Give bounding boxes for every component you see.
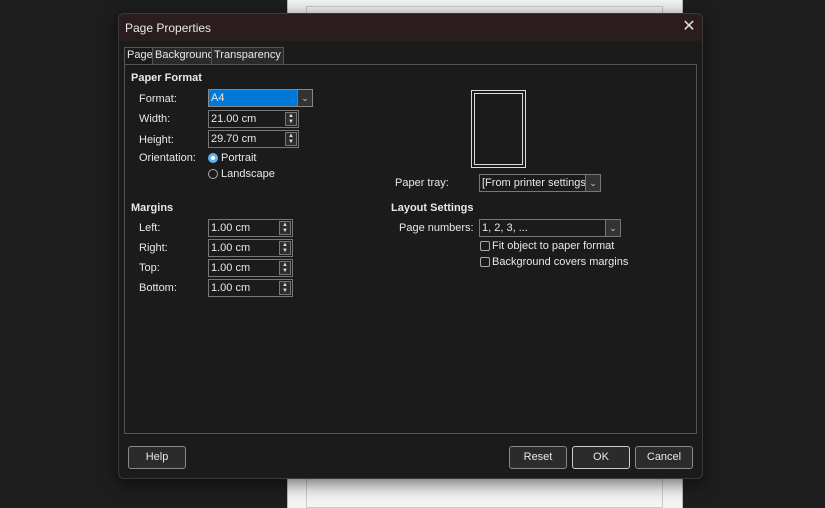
ok-button[interactable]: OK xyxy=(572,446,630,469)
left-value: 1.00 cm xyxy=(211,222,251,234)
fit-object-label[interactable]: Fit object to paper format xyxy=(492,240,614,252)
top-label: Top: xyxy=(139,262,160,274)
left-label: Left: xyxy=(139,222,161,234)
paper-tray-select[interactable]: [From printer settings] ⌄ xyxy=(479,174,601,192)
page-preview xyxy=(471,90,526,168)
paper-format-heading: Paper Format xyxy=(131,72,202,84)
landscape-radio[interactable] xyxy=(208,169,218,179)
paper-tray-label: Paper tray: xyxy=(395,177,449,189)
format-select[interactable]: A4 ⌄ xyxy=(208,89,313,107)
chevron-down-icon[interactable]: ⌄ xyxy=(605,220,620,236)
width-value: 21.00 cm xyxy=(211,113,257,125)
dialog-title: Page Properties xyxy=(125,21,212,35)
landscape-label[interactable]: Landscape xyxy=(221,168,275,180)
width-label: Width: xyxy=(139,113,171,125)
right-margin-input[interactable]: 1.00 cm ▲ ▼ xyxy=(208,239,293,257)
paper-tray-value: [From printer settings] xyxy=(482,177,589,189)
tab-transparency[interactable]: Transparency xyxy=(211,47,284,64)
reset-button[interactable]: Reset xyxy=(509,446,567,469)
chevron-down-icon[interactable]: ⌄ xyxy=(585,175,600,191)
width-input[interactable]: 21.00 cm ▲ ▼ xyxy=(208,110,299,128)
spin-arrows-icon[interactable]: ▲ ▼ xyxy=(279,261,291,275)
format-label: Format: xyxy=(139,93,177,105)
format-value: A4 xyxy=(211,92,225,104)
page-numbers-value: 1, 2, 3, ... xyxy=(482,222,528,234)
portrait-radio[interactable] xyxy=(208,153,218,163)
bottom-margin-input[interactable]: 1.00 cm ▲ ▼ xyxy=(208,279,293,297)
fit-object-checkbox[interactable] xyxy=(480,241,490,251)
tab-page[interactable]: Page xyxy=(124,47,156,65)
orientation-label: Orientation: xyxy=(139,152,196,164)
spin-arrows-icon[interactable]: ▲ ▼ xyxy=(279,241,291,255)
page-numbers-select[interactable]: 1, 2, 3, ... ⌄ xyxy=(479,219,621,237)
right-label: Right: xyxy=(139,242,168,254)
cancel-button[interactable]: Cancel xyxy=(635,446,693,469)
height-value: 29.70 cm xyxy=(211,133,257,145)
right-value: 1.00 cm xyxy=(211,242,251,254)
background-covers-checkbox[interactable] xyxy=(480,257,490,267)
spin-arrows-icon[interactable]: ▲ ▼ xyxy=(285,132,297,146)
page-properties-dialog: Page Properties ✕ Page Background Transp… xyxy=(118,13,703,479)
spin-arrows-icon[interactable]: ▲ ▼ xyxy=(279,281,291,295)
height-label: Height: xyxy=(139,134,174,146)
height-input[interactable]: 29.70 cm ▲ ▼ xyxy=(208,130,299,148)
top-value: 1.00 cm xyxy=(211,262,251,274)
margins-heading: Margins xyxy=(131,202,174,214)
portrait-label[interactable]: Portrait xyxy=(221,152,256,164)
help-button[interactable]: Help xyxy=(128,446,186,469)
page-numbers-label: Page numbers: xyxy=(399,222,474,234)
left-margin-input[interactable]: 1.00 cm ▲ ▼ xyxy=(208,219,293,237)
title-bar: Page Properties ✕ xyxy=(119,14,702,41)
top-margin-input[interactable]: 1.00 cm ▲ ▼ xyxy=(208,259,293,277)
chevron-down-icon[interactable]: ⌄ xyxy=(297,90,312,106)
tab-background[interactable]: Background xyxy=(152,47,217,64)
spin-arrows-icon[interactable]: ▲ ▼ xyxy=(285,112,297,126)
spin-arrows-icon[interactable]: ▲ ▼ xyxy=(279,221,291,235)
layout-settings-heading: Layout Settings xyxy=(391,202,474,214)
close-icon[interactable]: ✕ xyxy=(679,17,699,37)
bottom-value: 1.00 cm xyxy=(211,282,251,294)
background-covers-label[interactable]: Background covers margins xyxy=(492,256,628,268)
bottom-label: Bottom: xyxy=(139,282,177,294)
